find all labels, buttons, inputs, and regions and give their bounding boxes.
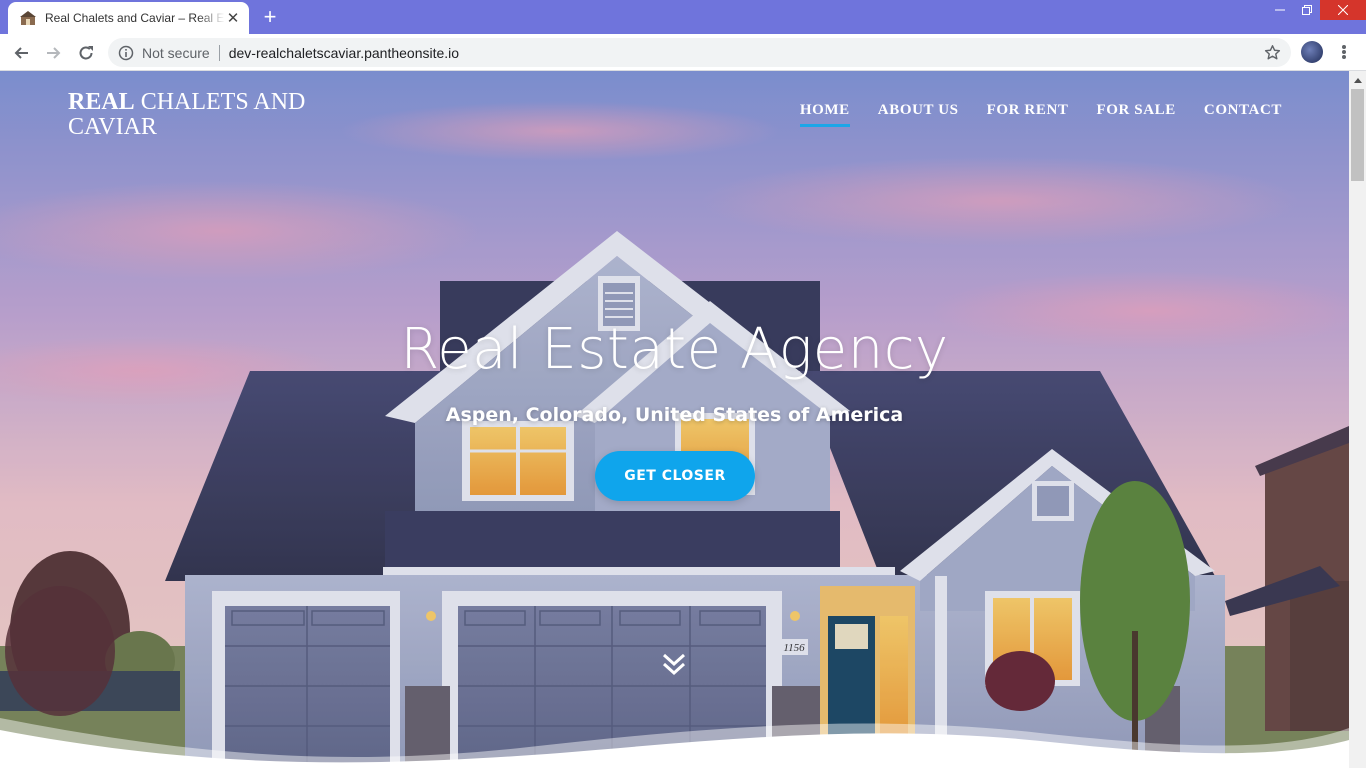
nav-for-sale[interactable]: For Sale (1096, 102, 1175, 127)
scrollbar-thumb[interactable] (1351, 89, 1364, 181)
bookmark-star-icon[interactable] (1264, 44, 1281, 61)
browser-menu-icon[interactable] (1336, 42, 1352, 62)
hero-subtitle: Aspen, Colorado, United States of Americ… (445, 404, 904, 426)
address-bar[interactable]: Not secure dev-realchaletscaviar.pantheo… (108, 38, 1291, 67)
url-text[interactable]: dev-realchaletscaviar.pantheonsite.io (229, 45, 459, 61)
double-chevron-down-icon[interactable] (661, 651, 687, 677)
hero-title: Real Estate Agency (400, 317, 949, 382)
tab-close-icon[interactable]: ✕ (225, 10, 241, 27)
hero-section: 1156 Real Chalets and Caviar Home About … (0, 71, 1349, 768)
nav-for-rent[interactable]: For Rent (987, 102, 1069, 127)
page-viewport: 1156 Real Chalets and Caviar Home About … (0, 71, 1349, 768)
browser-toolbar: Not secure dev-realchaletscaviar.pantheo… (0, 34, 1366, 71)
nav-about-us[interactable]: About Us (878, 102, 959, 127)
nav-contact[interactable]: Contact (1204, 102, 1282, 127)
get-closer-button[interactable]: GET CLOSER (595, 451, 755, 501)
nav-home[interactable]: Home (799, 102, 850, 127)
window-controls (1266, 0, 1366, 20)
hero-wave-divider (0, 718, 1349, 768)
scroll-up-arrow-icon[interactable] (1349, 71, 1366, 88)
logo-bold-word: Real (68, 89, 135, 115)
browser-tab[interactable]: Real Chalets and Caviar – Real Estate Ag… (8, 2, 249, 34)
profile-avatar[interactable] (1301, 41, 1323, 63)
page-scrollbar[interactable] (1349, 71, 1366, 768)
omnibox-divider (218, 44, 220, 61)
tab-title: Real Chalets and Caviar – Real Estate Ag… (45, 11, 225, 25)
security-label: Not secure (142, 44, 210, 61)
site-logo[interactable]: Real Chalets and Caviar (68, 90, 368, 140)
restore-icon[interactable] (1293, 0, 1320, 20)
new-tab-icon[interactable]: + (258, 5, 282, 29)
forward-arrow-icon[interactable] (41, 40, 67, 66)
main-navigation: Home About Us For Rent For Sale Contact (799, 102, 1282, 127)
back-arrow-icon[interactable] (8, 40, 34, 66)
info-icon[interactable] (118, 45, 134, 61)
minimize-icon[interactable] (1266, 0, 1293, 20)
browser-titlebar: Real Chalets and Caviar – Real Estate Ag… (0, 0, 1366, 34)
reload-icon[interactable] (73, 40, 99, 66)
window-close-icon[interactable] (1320, 0, 1366, 20)
house-favicon-icon (20, 11, 36, 25)
